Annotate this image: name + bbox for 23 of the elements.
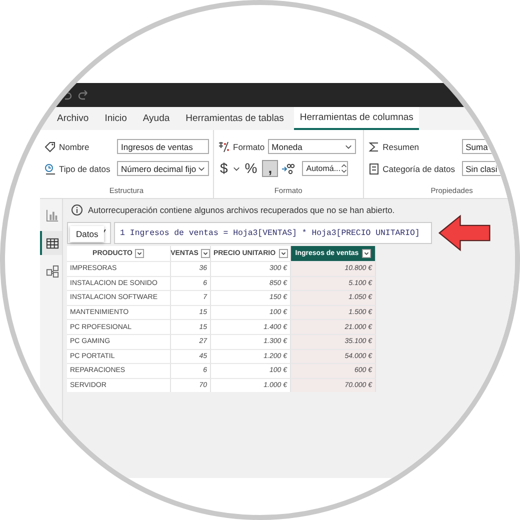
format-label: Formato xyxy=(233,142,265,152)
line-number: 1 xyxy=(120,228,125,238)
summary-dropdown[interactable]: Suma xyxy=(462,139,494,154)
ribbon-tab[interactable]: Archivo xyxy=(51,107,95,130)
format-dropdown[interactable]: Moneda xyxy=(268,139,356,154)
summary-label: Resumen xyxy=(382,142,420,152)
data-type-dropdown[interactable]: Número decimal fijo xyxy=(117,161,209,176)
tooltip: Datos xyxy=(70,226,104,242)
info-message: Autorrecuperación contiene algunos archivos recuperados que no se han abierto. xyxy=(88,204,395,214)
formula-field[interactable]: 1 Ingresos de ventas = Hoja3[VENTAS] * Hoja3[PRECIO UNITARIO] xyxy=(114,222,432,244)
name-label: Nombre xyxy=(59,142,90,152)
ribbon-tab[interactable]: Ayuda xyxy=(136,107,176,130)
data-type-label: Tipo de datos xyxy=(59,164,112,174)
name-field[interactable]: Ingresos de ventas xyxy=(117,139,209,154)
currency-button[interactable]: $ xyxy=(218,160,230,177)
decimal-places-spinner[interactable]: Automá... xyxy=(302,161,348,176)
ribbon-tab[interactable]: Herramientas de tablas xyxy=(180,107,290,130)
ribbon-tab[interactable]: Herramientas de columnas xyxy=(294,107,420,130)
comma-style-button[interactable]: , xyxy=(262,160,278,177)
formula-text: Ingresos de ventas = Hoja3[VENTAS] * Hoja3[PRECIO UNITARIO] xyxy=(130,228,420,238)
percent-button[interactable]: % xyxy=(242,160,260,177)
data-category-label: Categoría de datos xyxy=(382,164,456,174)
ribbon-tab[interactable]: Inicio xyxy=(98,107,133,130)
